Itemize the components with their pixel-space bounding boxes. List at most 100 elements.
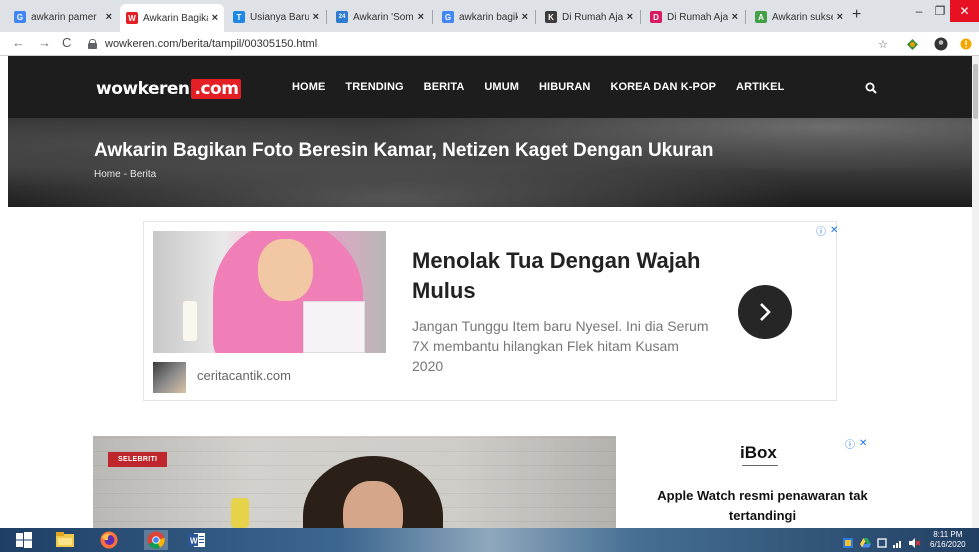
breadcrumb: Home - Berita [94, 169, 156, 180]
nav-umum[interactable]: UMUM [484, 81, 519, 93]
new-tab-button[interactable]: + [852, 6, 861, 24]
ad-headline[interactable]: Menolak Tua Dengan Wajah Mulus [412, 246, 712, 306]
close-tab-icon[interactable]: × [732, 11, 738, 23]
extension-icon[interactable] [905, 37, 919, 51]
bookmark-star-icon[interactable]: ☆ [876, 37, 890, 51]
browser-tab-title: Awkarin Bagika [143, 12, 208, 24]
sidebar-ad-brand: iBox [740, 443, 777, 462]
wowkeren-icon: W [126, 12, 138, 24]
article-title-banner: Awkarin Bagikan Foto Beresin Kamar, Neti… [8, 118, 972, 207]
ad-next-button[interactable] [738, 285, 792, 339]
browser-tab[interactable]: T Usianya Baru 2 × [227, 6, 325, 28]
article-image-prop [231, 498, 249, 528]
forward-button[interactable]: → [38, 35, 51, 50]
category-badge[interactable]: SELEBRITI [108, 452, 168, 467]
nav-trending[interactable]: TRENDING [345, 81, 403, 93]
browser-tab-title: Awkarin 'Somb [353, 11, 414, 23]
nav-korea-kpop[interactable]: KOREA DAN K-POP [610, 81, 716, 93]
word-icon[interactable]: W [187, 530, 207, 550]
browser-tab[interactable]: G awkarin bagikn × [436, 6, 534, 28]
url-text: wowkeren.com/berita/tampil/00305150.html [105, 38, 318, 50]
windows-start-icon[interactable] [14, 530, 34, 550]
close-tab-icon[interactable]: × [627, 11, 633, 23]
adchoices-icon[interactable]: ⓘ [816, 223, 826, 238]
file-explorer-icon[interactable] [55, 530, 75, 550]
volume-muted-icon[interactable] [909, 535, 921, 548]
browser-tab-title: awkarin bagikn [459, 11, 518, 23]
back-button[interactable]: ← [12, 35, 25, 50]
window-close-button[interactable]: ✕ [950, 0, 979, 22]
site-logo[interactable]: wowkeren .com [96, 79, 242, 99]
action-center-icon[interactable] [877, 535, 887, 548]
ad-image-product-box [303, 301, 365, 353]
sidebar-ad[interactable]: ⓘ ✕ iBox Apple Watch resmi penawaran tak… [650, 434, 875, 534]
browser-tab[interactable]: D Di Rumah Aja × [644, 6, 744, 28]
tab-separator [535, 10, 536, 24]
svg-text:W: W [190, 537, 198, 546]
ad-image-bottle [183, 301, 197, 341]
close-tab-icon[interactable]: × [522, 11, 528, 23]
main-menu: HOME TRENDING BERITA UMUM HIBURAN KOREA … [292, 81, 804, 93]
breadcrumb-berita[interactable]: Berita [130, 169, 156, 180]
google-icon: G [14, 11, 26, 23]
logo-text: wowkeren [96, 79, 190, 99]
browser-tab[interactable]: A Awkarin suksei × [749, 6, 849, 28]
close-tab-icon[interactable]: × [212, 12, 218, 24]
browser-tab-title: Usianya Baru 2 [250, 11, 309, 23]
adchoices-icon[interactable]: ⓘ [845, 436, 855, 451]
news-247-icon: 24 [336, 11, 348, 23]
logo-suffix: .com [191, 79, 242, 99]
ad-choices[interactable]: ⓘ ✕ [816, 223, 838, 238]
native-ad[interactable]: ceritacantik.com Menolak Tua Dengan Waja… [143, 221, 838, 401]
browser-tab[interactable]: K Di Rumah Aja × [539, 6, 639, 28]
close-tab-icon[interactable]: × [313, 11, 319, 23]
page-scrollbar[interactable] [972, 56, 979, 528]
browser-tab-active[interactable]: W Awkarin Bagika × [120, 4, 224, 32]
news-icon: K [545, 11, 557, 23]
browser-tab[interactable]: G awkarin pamer × [8, 6, 118, 28]
ad-source-thumbnail [153, 362, 186, 393]
site-header: wowkeren .com HOME TRENDING BERITA UMUM H… [8, 56, 972, 118]
chrome-icon[interactable] [144, 530, 168, 550]
lock-icon [88, 39, 97, 49]
news-icon: T [233, 11, 245, 23]
minimize-button[interactable]: – [908, 0, 930, 22]
breadcrumb-separator: - [123, 169, 128, 180]
ad-image[interactable] [153, 231, 386, 353]
firefox-icon[interactable] [99, 530, 119, 550]
nav-berita[interactable]: BERITA [424, 81, 465, 93]
sidebar-ad-text[interactable]: Apple Watch resmi penawaran tak tertandi… [650, 486, 875, 526]
clock-time: 8:11 PM [933, 530, 963, 539]
nav-home[interactable]: HOME [292, 81, 325, 93]
address-bar[interactable]: wowkeren.com/berita/tampil/00305150.html [88, 35, 870, 53]
tab-separator [745, 10, 746, 24]
close-tab-icon[interactable]: × [418, 11, 424, 23]
update-alert-icon[interactable] [959, 37, 973, 51]
wifi-signal-icon[interactable] [893, 535, 903, 548]
breadcrumb-home[interactable]: Home [94, 169, 121, 180]
network-alert-icon[interactable] [843, 535, 853, 548]
page-title: Awkarin Bagikan Foto Beresin Kamar, Neti… [94, 140, 714, 161]
reload-button[interactable]: C [62, 35, 71, 50]
close-tab-icon[interactable]: × [106, 11, 112, 23]
ad-image-face [258, 239, 313, 301]
system-clock[interactable]: 8:11 PM 6/16/2020 [930, 530, 966, 550]
scrollbar-thumb[interactable] [973, 64, 978, 119]
ad-source[interactable]: ceritacantik.com [197, 368, 291, 383]
maximize-button[interactable]: ❐ [930, 0, 950, 22]
article-hero-image[interactable] [93, 436, 616, 536]
google-drive-icon[interactable] [860, 535, 871, 548]
ad-close-icon[interactable]: ✕ [859, 438, 867, 449]
search-icon[interactable] [865, 81, 877, 94]
clock-date: 6/16/2020 [930, 540, 966, 549]
news-icon: D [650, 11, 662, 23]
browser-tab[interactable]: 24 Awkarin 'Somb × [330, 6, 430, 28]
ad-close-icon[interactable]: ✕ [830, 225, 838, 236]
profile-avatar-icon[interactable] [934, 37, 948, 51]
windows-taskbar: W 8:11 PM 6/16/2020 [0, 528, 979, 552]
close-tab-icon[interactable]: × [837, 11, 843, 23]
sidebar-ad-choices[interactable]: ⓘ ✕ [845, 436, 867, 451]
nav-artikel[interactable]: ARTIKEL [736, 81, 784, 93]
nav-hiburan[interactable]: HIBURAN [539, 81, 590, 93]
browser-tab-title: Di Rumah Aja [667, 11, 728, 23]
